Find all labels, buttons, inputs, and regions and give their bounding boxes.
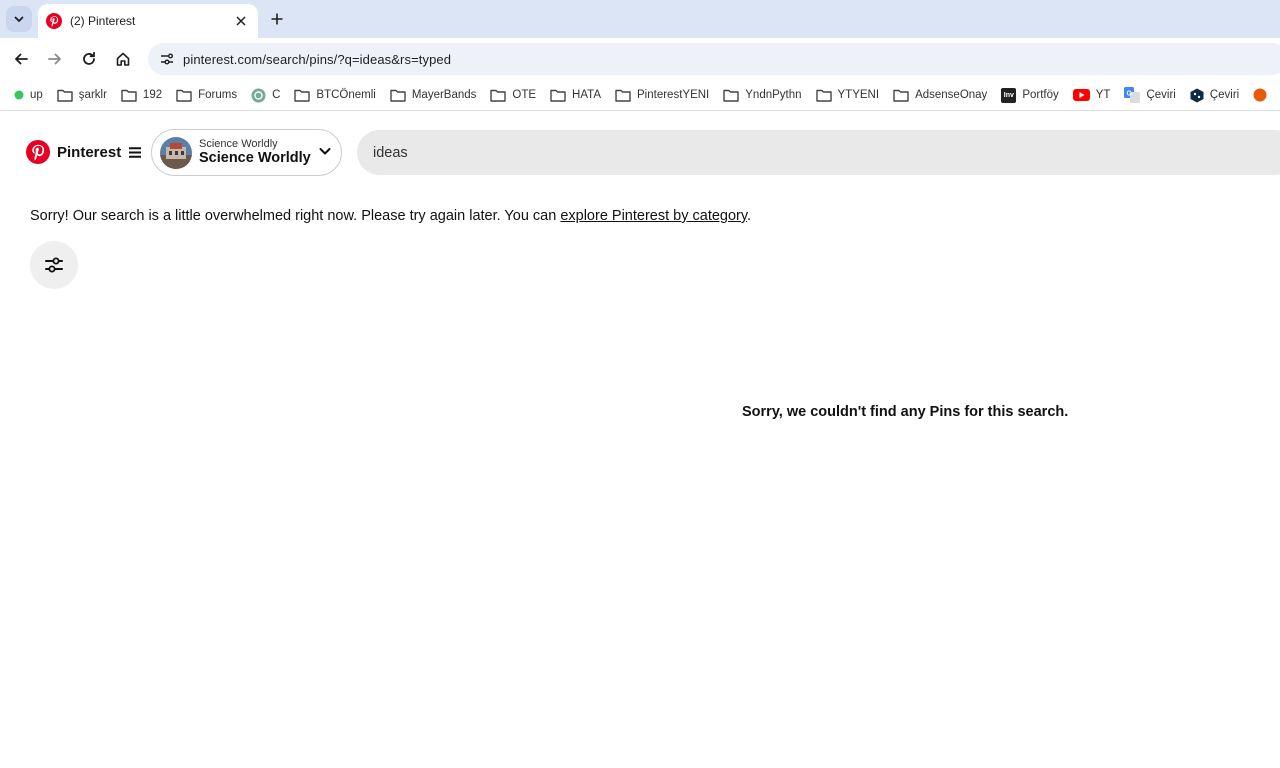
bookmark-up[interactable]: up [14, 89, 43, 101]
bookmark-folder[interactable]: YndnPythn [723, 89, 802, 102]
bookmark-chatgpt[interactable]: C [251, 88, 280, 103]
investing-icon: Inv [1001, 87, 1017, 103]
browser-tabstrip: (2) Pinterest [0, 0, 1280, 38]
browser-toolbar: pinterest.com/search/pins/?q=ideas&rs=ty… [0, 38, 1280, 80]
filter-button[interactable] [30, 241, 78, 289]
bookmarks-bar: up şarklr 192 Forums C BTCÖnemli MayerBa… [0, 80, 1280, 110]
deepl-icon [1190, 88, 1204, 103]
folder-icon [176, 89, 192, 102]
bookmark-folder[interactable]: BTCÖnemli [294, 89, 376, 102]
folder-icon [550, 89, 566, 102]
brand-name: Pinterest [57, 143, 122, 161]
bookmark-deepl[interactable]: Çeviri [1190, 88, 1239, 103]
home-button[interactable] [110, 46, 136, 72]
url-text: pinterest.com/search/pins/?q=ideas&rs=ty… [183, 51, 452, 67]
search-input[interactable]: ideas [357, 130, 1280, 175]
search-query: ideas [373, 144, 408, 161]
chevron-down-icon [14, 16, 24, 23]
account-names: Science Worldly Science Worldly [199, 138, 311, 167]
folder-icon [121, 89, 137, 102]
folder-icon [390, 89, 406, 102]
pinterest-home-link[interactable]: Pinterest [26, 140, 142, 164]
site-info-button[interactable] [156, 48, 178, 70]
tab-search-dropdown-button[interactable] [6, 6, 32, 32]
bookmark-overflow[interactable] [1253, 88, 1273, 102]
chevron-down-icon [318, 144, 332, 163]
folder-icon [615, 89, 631, 102]
browser-tab-active[interactable]: (2) Pinterest [38, 4, 258, 38]
account-name: Science Worldly [199, 150, 311, 167]
avatar [160, 136, 192, 169]
back-button[interactable] [8, 46, 34, 72]
bookmark-folder[interactable]: MayerBands [390, 89, 476, 102]
close-icon [236, 16, 246, 26]
menu-icon[interactable] [129, 146, 142, 158]
reload-button[interactable] [76, 46, 102, 72]
bookmark-portfolio[interactable]: Inv Portföy [1001, 87, 1059, 103]
arrow-left-icon [15, 53, 28, 65]
explore-category-link[interactable]: explore Pinterest by category [560, 208, 747, 224]
orange-circle-icon [1253, 88, 1267, 102]
folder-icon [490, 89, 507, 102]
google-translate-icon: G [1124, 87, 1141, 103]
notice-text: Sorry! Our search is a little overwhelme… [30, 208, 561, 224]
bookmark-google-translate[interactable]: G Çeviri [1124, 87, 1176, 103]
folder-icon [893, 89, 909, 102]
chatgpt-icon [251, 88, 266, 103]
account-name-small: Science Worldly [199, 137, 278, 150]
bookmark-folder[interactable]: Forums [176, 89, 237, 102]
reload-icon [83, 51, 95, 65]
bookmark-folder[interactable]: şarklr [57, 89, 107, 102]
pinterest-header: Pinterest Science Worldly Science Worldl… [0, 111, 1280, 195]
bookmark-folder[interactable]: PinterestYENI [615, 89, 709, 102]
folder-icon [57, 89, 73, 102]
folder-icon [723, 89, 739, 102]
notice-suffix: . [747, 208, 752, 224]
tune-icon [161, 53, 173, 65]
folder-icon [294, 89, 311, 102]
bookmark-folder[interactable]: HATA [550, 89, 601, 102]
bookmark-folder[interactable]: AdsenseOnay [893, 89, 987, 102]
filter-sliders-icon [45, 257, 63, 273]
bookmark-youtube[interactable]: YT [1072, 89, 1110, 101]
arrow-right-icon [48, 53, 61, 65]
address-bar[interactable]: pinterest.com/search/pins/?q=ideas&rs=ty… [148, 43, 1280, 75]
pinterest-favicon-icon [46, 13, 62, 29]
bookmark-folder[interactable]: OTE [490, 89, 536, 102]
forward-button[interactable] [42, 46, 68, 72]
green-dot-icon [14, 90, 24, 100]
folder-icon [815, 89, 832, 102]
bookmark-folder[interactable]: YTYENI [815, 89, 879, 102]
no-results-message: Sorry, we couldn't find any Pins for thi… [742, 404, 1069, 420]
new-tab-button[interactable] [266, 8, 288, 30]
tab-close-button[interactable] [232, 12, 250, 30]
bookmark-folder[interactable]: 192 [121, 89, 162, 102]
tab-title: (2) Pinterest [70, 14, 136, 28]
home-icon [116, 52, 130, 66]
pinterest-logo-icon [26, 140, 50, 164]
search-error-notice: Sorry! Our search is a little overwhelme… [30, 208, 751, 224]
svg-text:G: G [1127, 91, 1133, 98]
account-switcher[interactable]: Science Worldly Science Worldly [151, 129, 342, 176]
plus-icon [271, 13, 283, 25]
youtube-icon [1072, 89, 1090, 101]
